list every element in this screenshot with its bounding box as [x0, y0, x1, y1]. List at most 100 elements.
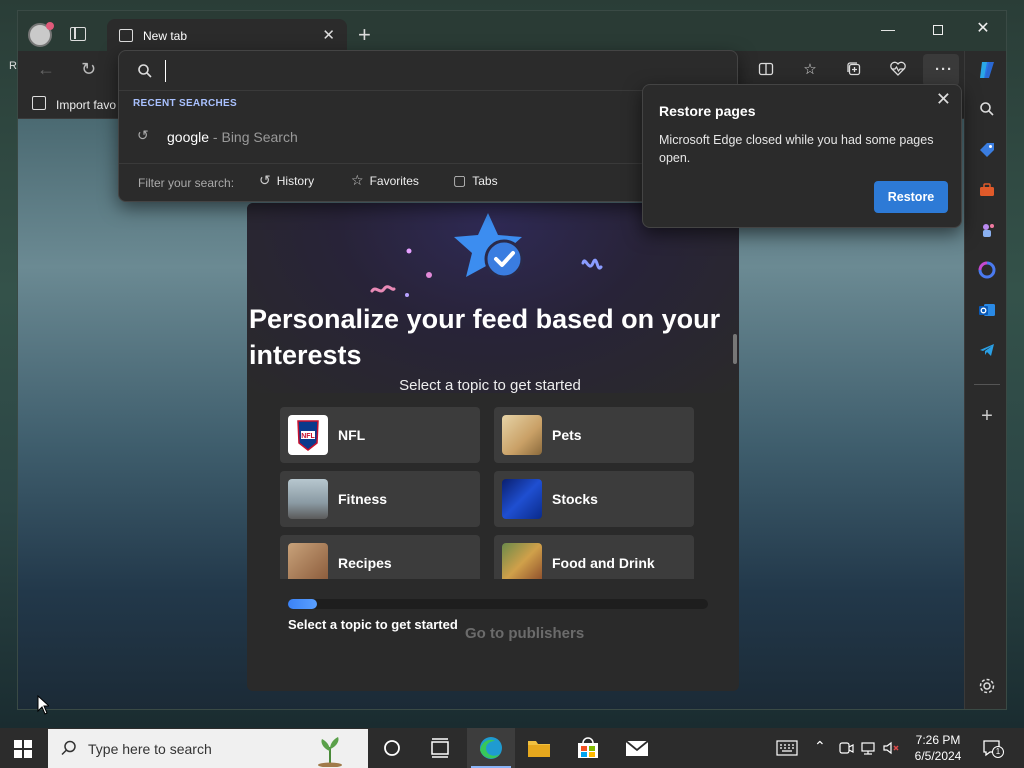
tabs-icon: ▢: [453, 172, 467, 189]
show-hidden-icons-chevron-icon[interactable]: ⌃: [814, 738, 826, 755]
tab-close-icon[interactable]: ✕: [322, 26, 335, 44]
history-icon: ↺: [137, 127, 149, 143]
tab-new-tab[interactable]: New tab ✕: [107, 19, 347, 52]
profile-avatar[interactable]: [28, 22, 54, 47]
tools-icon[interactable]: [976, 181, 998, 203]
close-window-button[interactable]: ✕: [968, 17, 998, 41]
edge-taskbar-icon[interactable]: [467, 728, 515, 768]
topic-label: Food and Drink: [552, 555, 655, 571]
collections-icon[interactable]: [845, 61, 863, 79]
stocks-thumbnail-icon: [502, 479, 542, 519]
network-icon[interactable]: [860, 740, 876, 756]
recent-search-source: - Bing Search: [209, 129, 298, 145]
desktop-icon-fragment: R: [9, 60, 17, 72]
minimize-button[interactable]: —: [873, 17, 903, 41]
restore-message: Microsoft Edge closed while you had some…: [659, 133, 934, 165]
outlook-icon[interactable]: [976, 301, 998, 323]
restore-title: Restore pages: [659, 103, 756, 119]
sidebar-divider: [974, 384, 1000, 385]
microsoft-store-icon[interactable]: [564, 728, 612, 768]
topic-label: Pets: [552, 427, 582, 443]
clock-date: 6/5/2024: [914, 749, 962, 763]
topic-nfl[interactable]: NFL NFL: [280, 407, 480, 463]
address-input[interactable]: [165, 60, 685, 82]
svg-text:NFL: NFL: [301, 433, 315, 440]
tab-actions-icon[interactable]: [70, 27, 86, 41]
split-screen-icon[interactable]: [757, 61, 775, 79]
plant-illustration-icon: [318, 737, 342, 767]
filter-tabs-label: Tabs: [472, 173, 498, 188]
topic-label: Fitness: [338, 491, 388, 507]
filter-history[interactable]: ↺ History: [259, 172, 314, 194]
notification-center-icon[interactable]: 1: [982, 738, 1004, 758]
topic-stocks[interactable]: Stocks: [494, 471, 694, 527]
taskbar-search-placeholder: Type here to search: [88, 741, 212, 757]
search-icon[interactable]: [976, 101, 998, 123]
nfl-logo-icon: NFL: [288, 415, 328, 455]
topic-recipes[interactable]: Recipes: [280, 535, 480, 579]
filter-history-label: History: [276, 173, 315, 188]
task-view-icon[interactable]: [416, 728, 464, 768]
shopping-tag-icon[interactable]: [976, 141, 998, 163]
topic-label: Stocks: [552, 491, 598, 507]
feed-scrollbar[interactable]: [733, 334, 737, 364]
filter-favorites[interactable]: ☆ Favorites: [351, 172, 419, 194]
search-icon: [138, 64, 152, 78]
go-to-publishers-button[interactable]: Go to publishers: [465, 625, 584, 642]
feed-subheading: Select a topic to get started: [399, 377, 581, 394]
confetti-decoration: [370, 248, 603, 297]
file-explorer-icon[interactable]: [515, 728, 563, 768]
taskbar-search-box[interactable]: Type here to search: [48, 729, 368, 768]
new-tab-favicon-icon: [119, 29, 133, 42]
settings-icon[interactable]: [976, 677, 998, 699]
windows-start-icon[interactable]: [14, 740, 32, 758]
topic-progress-fill: [288, 599, 318, 609]
topic-label: NFL: [338, 427, 366, 443]
fitness-thumbnail-icon: [288, 479, 328, 519]
history-icon: ↺: [259, 172, 271, 189]
topic-food-and-drink[interactable]: Food and Drink: [494, 535, 694, 579]
meet-now-icon[interactable]: [838, 740, 854, 756]
personalize-feed-card: Personalize your feed based on your inte…: [247, 203, 739, 691]
topic-fitness[interactable]: Fitness: [280, 471, 480, 527]
topic-pets[interactable]: Pets: [494, 407, 694, 463]
tab-title: New tab: [143, 29, 188, 43]
food-and-drink-thumbnail-icon: [502, 543, 542, 579]
microsoft-365-icon[interactable]: [976, 261, 998, 283]
search-icon: [61, 740, 76, 756]
recipes-thumbnail-icon: [288, 543, 328, 579]
add-icon[interactable]: +: [976, 405, 998, 427]
import-favorites-link[interactable]: Import favo: [56, 98, 118, 112]
filter-tabs[interactable]: ▢ Tabs: [453, 172, 498, 194]
close-icon[interactable]: ✕: [936, 89, 951, 110]
maximize-button[interactable]: [923, 17, 953, 41]
restore-button[interactable]: Restore: [874, 181, 948, 213]
topic-grid: NFL NFL Pets Fitness Stocks Recipes Food…: [280, 407, 696, 579]
volume-muted-icon[interactable]: [882, 740, 902, 756]
new-tab-button[interactable]: +: [358, 22, 371, 48]
clock-time: 7:26 PM: [915, 733, 961, 747]
copilot-icon[interactable]: [976, 59, 998, 81]
favorites-icon[interactable]: ☆: [801, 61, 819, 79]
browser-essentials-icon[interactable]: [889, 61, 907, 79]
topic-progress-bar: [288, 599, 708, 609]
import-icon: [32, 96, 46, 110]
keyboard-icon[interactable]: [776, 740, 798, 756]
back-button[interactable]: ←: [37, 59, 55, 80]
notification-count-badge: 1: [992, 746, 1004, 758]
recent-searches-heading: RECENT SEARCHES: [133, 98, 237, 109]
filter-favorites-label: Favorites: [369, 173, 419, 188]
games-icon[interactable]: [976, 221, 998, 243]
mail-icon[interactable]: [613, 728, 661, 768]
cortana-icon[interactable]: [368, 728, 416, 768]
taskbar-clock[interactable]: 7:26 PM 6/5/2024: [906, 732, 970, 764]
refresh-button[interactable]: ↻: [81, 59, 96, 80]
telegram-icon[interactable]: [976, 341, 998, 363]
filter-label: Filter your search:: [138, 176, 235, 190]
pets-thumbnail-icon: [502, 415, 542, 455]
mouse-pointer-icon: [37, 695, 49, 715]
settings-and-more-button[interactable]: ···: [932, 61, 956, 79]
topic-label: Recipes: [338, 555, 392, 571]
feed-heading: Personalize your feed based on your inte…: [249, 304, 721, 370]
recent-search-term: google: [167, 129, 210, 145]
